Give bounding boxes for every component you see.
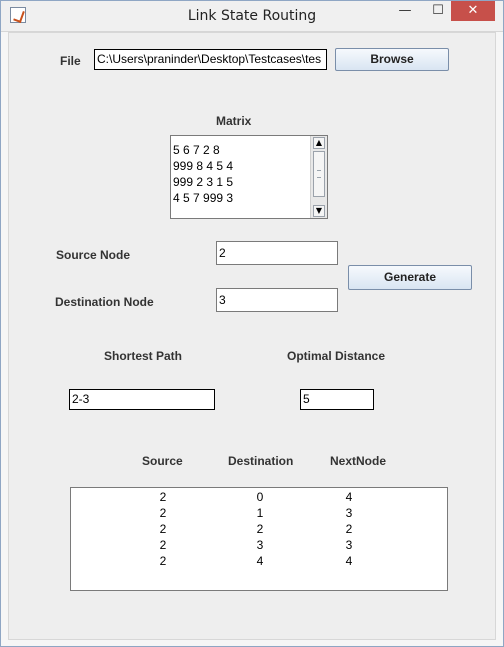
file-label: File: [60, 54, 81, 68]
source-node-label: Source Node: [56, 248, 131, 262]
destination-cell: 1: [256, 506, 264, 520]
close-button[interactable]: ✕: [451, 1, 495, 21]
source-cell: 2: [159, 538, 167, 552]
matrix-row: 999 8 4 5 4: [173, 159, 234, 173]
matrix-row: 999 2 3 1 5: [173, 175, 234, 189]
maximize-button[interactable]: ☐: [423, 1, 453, 21]
matrix-scrollbar[interactable]: ▲ ▼: [310, 136, 327, 218]
source-cell: 2: [159, 490, 167, 504]
table-row: 2 4 4: [71, 554, 447, 570]
generate-button[interactable]: Generate: [348, 265, 472, 290]
matrix-row: 5 6 7 2 8: [173, 143, 220, 157]
shortest-path-label: Shortest Path: [104, 349, 183, 363]
matrix-textarea[interactable]: 5 6 7 2 8 999 8 4 5 4 999 2 3 1 5 4 5 7 …: [170, 135, 328, 219]
table-row: 2 3 3: [71, 538, 447, 554]
scroll-down-icon[interactable]: ▼: [313, 205, 325, 217]
minimize-button[interactable]: —: [390, 1, 420, 21]
source-cell: 2: [159, 506, 167, 520]
optimal-distance-label: Optimal Distance: [287, 349, 386, 363]
matrix-row: 4 5 7 999 3: [173, 191, 234, 205]
source-cell: 2: [159, 554, 167, 568]
table-row: 2 1 3: [71, 506, 447, 522]
main-panel: File C:\Users\praninder\Desktop\Testcase…: [8, 32, 496, 640]
destination-cell: 4: [256, 554, 264, 568]
source-node-field[interactable]: 2: [216, 241, 338, 265]
scroll-up-icon[interactable]: ▲: [313, 137, 325, 149]
column-header-source: Source: [142, 454, 183, 468]
nextnode-cell: 3: [345, 506, 353, 520]
destination-cell: 2: [256, 522, 264, 536]
destination-node-label: Destination Node: [55, 295, 154, 309]
destination-cell: 3: [256, 538, 264, 552]
routing-table[interactable]: 2 0 4 2 1 3 2 2 2 2 3 3 2 4 4: [70, 487, 448, 591]
nextnode-cell: 2: [345, 522, 353, 536]
nextnode-cell: 3: [345, 538, 353, 552]
destination-cell: 0: [256, 490, 264, 504]
shortest-path-field[interactable]: 2-3: [69, 389, 215, 410]
matrix-label: Matrix: [216, 114, 252, 128]
column-header-destination: Destination: [228, 454, 294, 468]
nextnode-cell: 4: [345, 554, 353, 568]
title-bar: Link State Routing — ☐ ✕: [1, 1, 503, 32]
app-window: Link State Routing — ☐ ✕ File C:\Users\p…: [0, 0, 504, 647]
nextnode-cell: 4: [345, 490, 353, 504]
optimal-distance-field[interactable]: 5: [300, 389, 374, 410]
browse-button[interactable]: Browse: [335, 48, 449, 71]
scroll-thumb[interactable]: [313, 151, 325, 197]
file-path-field[interactable]: C:\Users\praninder\Desktop\Testcases\tes: [94, 49, 327, 70]
table-row: 2 2 2: [71, 522, 447, 538]
destination-node-field[interactable]: 3: [216, 288, 338, 312]
source-cell: 2: [159, 522, 167, 536]
table-row: 2 0 4: [71, 490, 447, 506]
column-header-nextnode: NextNode: [330, 454, 387, 468]
